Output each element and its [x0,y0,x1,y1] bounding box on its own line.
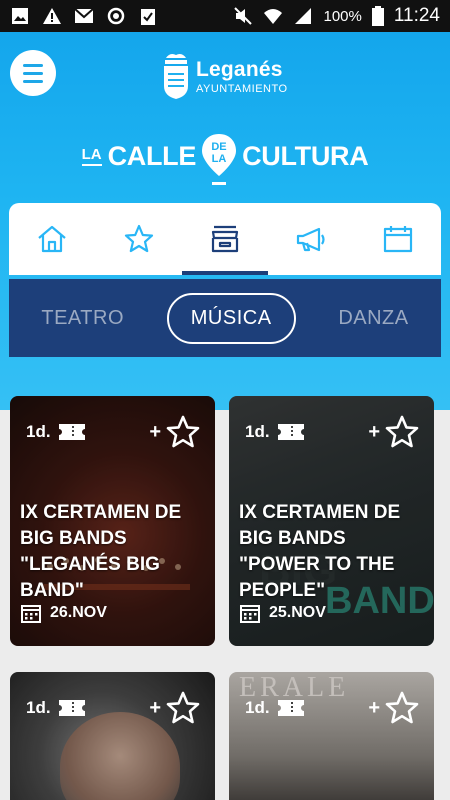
leganes-logo: Leganés AYUNTAMIENTO [162,52,288,100]
tab-teatro[interactable]: TEATRO [19,295,146,342]
tab-musica[interactable]: MÚSICA [166,292,296,344]
clipboard-check-icon [141,9,155,25]
event-card[interactable]: 1d. + [10,672,215,800]
star-outline-icon [385,691,419,724]
battery-percent: 100% [323,7,362,25]
add-favorite-button[interactable]: + [368,414,420,450]
event-date: 25.NOV [269,604,326,621]
days-left: 1d. [245,422,270,441]
sync-icon [107,7,125,25]
mail-icon [74,8,94,23]
home-icon [38,225,66,253]
ticket-icon [277,424,304,440]
days-left: 1d. [26,422,51,441]
event-card[interactable]: BIG BAND 1d. + IX CERTAMEN DE BIG BANDS … [229,396,434,646]
days-left: 1d. [26,698,51,717]
map-pin-icon: DE LA [202,134,237,185]
coat-of-arms-icon [164,54,188,99]
warning-icon [43,8,61,24]
calendar-icon [383,226,412,253]
logo-subtitle: AYUNTAMIENTO [196,82,288,95]
brand-cultura: CULTURA [242,140,369,171]
ticket-icon [58,700,85,716]
star-outline-icon [385,415,419,448]
megaphone-icon [297,227,326,252]
days-left: 1d. [245,698,270,717]
gallery-icon [12,8,28,24]
inbox-icon [211,225,239,253]
add-favorite-button[interactable]: + [368,690,420,726]
star-outline-icon [166,691,200,724]
ticket-icon [277,700,304,716]
calendar-icon [21,605,41,623]
event-card[interactable]: 1d. + IX CERTAMEN DE BIG BANDS "LEGANÉS … [10,396,215,646]
menu-button[interactable] [10,50,56,96]
logo-name: Leganés [196,57,283,81]
wifi-icon [264,9,283,24]
pin-text-bottom: LA [212,153,227,165]
brand-la: LA [81,146,102,166]
genre-tabs: TEATRO MÚSICA DANZA [9,279,441,357]
event-title: IX CERTAMEN DE BIG BANDS "POWER TO THE P… [239,502,401,601]
brand-title: LA CALLE DE LA CULTURA [0,128,450,185]
calendar-icon [240,605,260,623]
tab-archive[interactable] [181,203,269,275]
clock: 11:24 [393,5,440,26]
tab-home[interactable] [9,203,95,275]
event-card[interactable]: ERALE 1d. + [229,672,434,800]
add-favorite-button[interactable]: + [149,690,201,726]
status-bar: 100% 11:24 [0,0,450,32]
battery-icon [371,6,384,26]
ticket-icon [58,424,85,440]
tab-announcements[interactable] [268,203,354,275]
category-tabs [9,203,441,275]
pin-text-top: DE [211,141,226,153]
tab-favorites[interactable] [95,203,181,275]
tab-calendar[interactable] [355,203,441,275]
event-title: IX CERTAMEN DE BIG BANDS "LEGANÉS BIG BA… [20,502,182,601]
event-grid: 1d. + IX CERTAMEN DE BIG BANDS "LEGANÉS … [10,396,440,800]
tab-danza[interactable]: DANZA [316,295,430,342]
star-outline-icon [166,415,200,448]
brand-calle: CALLE [107,140,197,171]
signal-icon [295,8,312,24]
mute-icon [234,7,253,25]
add-favorite-button[interactable]: + [149,414,201,450]
event-date: 26.NOV [50,604,107,621]
hamburger-icon [23,63,43,67]
star-icon [124,224,153,253]
